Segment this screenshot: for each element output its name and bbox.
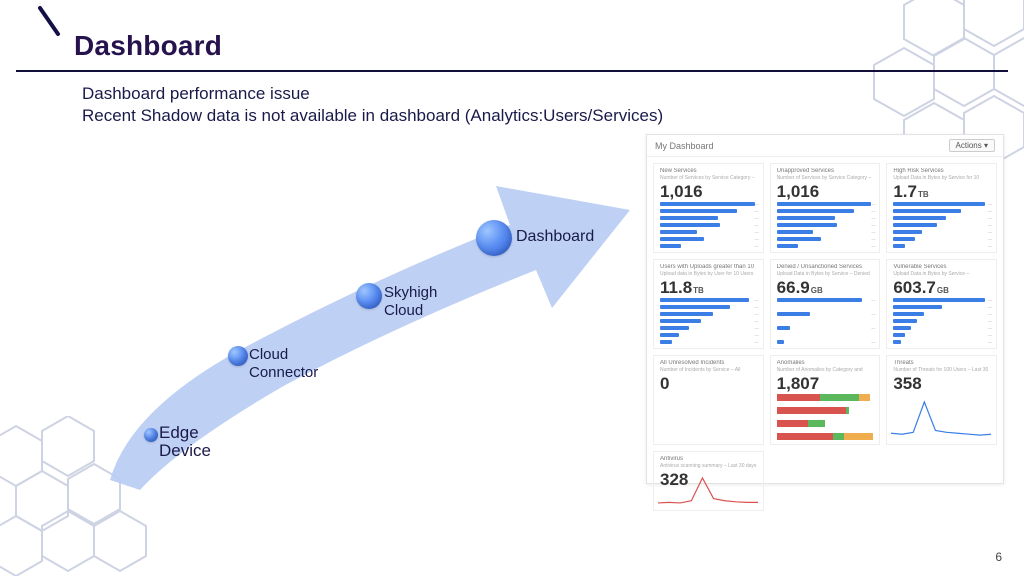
tile-subtitle: Upload Data in Bytes by Service – Vulner…	[893, 271, 990, 277]
tile-title: All Unresolved Incidents	[660, 360, 757, 367]
tile-subtitle: Number of Threats for 100 Users – Last 3…	[893, 367, 990, 373]
slide: Dashboard Dashboard performance issue Re…	[0, 0, 1024, 576]
dashboard-header: My Dashboard Actions ▾	[647, 135, 1003, 157]
tile-subtitle: Upload data in Bytes by User for 10 User…	[660, 271, 757, 277]
tile-subtitle: Upload Data in Bytes by Service – Denied…	[777, 271, 874, 277]
dashboard-tile: AnomaliesNumber of Anomalies by Category…	[770, 355, 881, 445]
flow-node-edge-device: Edge Device	[144, 428, 158, 442]
flow-node-skyhigh-cloud: Skyhigh Cloud	[356, 283, 382, 309]
tile-legend: ———————	[952, 298, 992, 344]
dashboard-tile: New ServicesNumber of Services by Servic…	[653, 163, 764, 253]
tile-sparkline	[891, 400, 991, 440]
tile-title: Denied / Unsanctioned Services	[777, 264, 874, 271]
node-dot-icon	[356, 283, 382, 309]
node-label: Cloud Connector	[249, 346, 318, 382]
issue-line-1: Dashboard performance issue	[82, 84, 310, 104]
tile-subtitle: Number of Anomalies by Category and Seve…	[777, 367, 874, 373]
tile-subtitle: Antivirus scanning summary – Last 30 day…	[660, 463, 757, 469]
page-title: Dashboard	[74, 30, 222, 62]
tile-subtitle: Upload Data in Bytes by Service for 10 S…	[893, 175, 990, 181]
dashboard-title: My Dashboard	[655, 141, 714, 151]
node-dot-icon	[228, 346, 248, 366]
node-dot-icon	[144, 428, 158, 442]
flow-node-dashboard: Dashboard	[476, 220, 512, 256]
tile-subtitle: Number of Services by Service Category –…	[660, 175, 757, 181]
tile-value: 0	[660, 374, 757, 394]
flow-arrow	[70, 130, 630, 500]
tile-title: Antivirus	[660, 456, 757, 463]
node-label: Skyhigh Cloud	[384, 284, 437, 320]
tile-title: Vulnerable Services	[893, 264, 990, 271]
dashboard-tile: All Unresolved IncidentsNumber of Incide…	[653, 355, 764, 445]
tile-unit: TB	[918, 190, 929, 199]
page-number: 6	[995, 550, 1002, 564]
dashboard-screenshot: My Dashboard Actions ▾ New ServicesNumbe…	[646, 134, 1004, 484]
tile-unit: TB	[693, 286, 704, 295]
tile-value: 1,807	[777, 374, 874, 394]
title-rule	[16, 70, 1008, 72]
tile-stacked-chart	[777, 394, 874, 440]
tile-value: 11.8TB	[660, 278, 757, 298]
dashboard-tile: Vulnerable ServicesUpload Data in Bytes …	[886, 259, 997, 349]
dashboard-tile: ThreatsNumber of Threats for 100 Users –…	[886, 355, 997, 445]
tile-legend: ———————	[835, 202, 875, 248]
issue-line-2: Recent Shadow data is not available in d…	[82, 106, 663, 126]
dashboard-tile: Users with Uploads greater than 10 GBsUp…	[653, 259, 764, 349]
dashboard-tile: High Risk ServicesUpload Data in Bytes b…	[886, 163, 997, 253]
tile-title: Anomalies	[777, 360, 874, 367]
tile-title: Unapproved Services	[777, 168, 874, 175]
tile-legend: ———————	[719, 298, 759, 344]
dashboard-tile: Unapproved ServicesNumber of Services by…	[770, 163, 881, 253]
tile-title: High Risk Services	[893, 168, 990, 175]
node-label: Dashboard	[516, 228, 594, 246]
tile-unit: GB	[811, 286, 823, 295]
tile-value: 358	[893, 374, 990, 394]
dashboard-grid: New ServicesNumber of Services by Servic…	[647, 157, 1003, 547]
tile-value: 603.7GB	[893, 278, 990, 298]
tile-subtitle: Number of Incidents by Service – All Ser…	[660, 367, 757, 373]
tile-value: 1,016	[777, 182, 874, 202]
dashboard-tile: AntivirusAntivirus scanning summary – La…	[653, 451, 764, 511]
tile-value: 66.9GB	[777, 278, 874, 298]
tile-title: Users with Uploads greater than 10 GBs	[660, 264, 757, 271]
tile-unit: GB	[937, 286, 949, 295]
tile-legend: ———————	[719, 202, 759, 248]
flow-node-cloud-connector: Cloud Connector	[228, 346, 248, 366]
node-label: Edge Device	[159, 424, 211, 460]
corner-accent-icon	[0, 0, 66, 52]
dashboard-tile: Denied / Unsanctioned ServicesUpload Dat…	[770, 259, 881, 349]
tile-value: 1.7TB	[893, 182, 990, 202]
tile-title: New Services	[660, 168, 757, 175]
dashboard-actions-button: Actions ▾	[949, 139, 995, 152]
node-dot-icon	[476, 220, 512, 256]
tile-sparkline	[658, 476, 758, 506]
tile-subtitle: Number of Services by Service Category –…	[777, 175, 874, 181]
tile-value: 1,016	[660, 182, 757, 202]
tile-title: Threats	[893, 360, 990, 367]
tile-legend: ————	[835, 298, 875, 344]
tile-legend: ———————	[952, 202, 992, 248]
